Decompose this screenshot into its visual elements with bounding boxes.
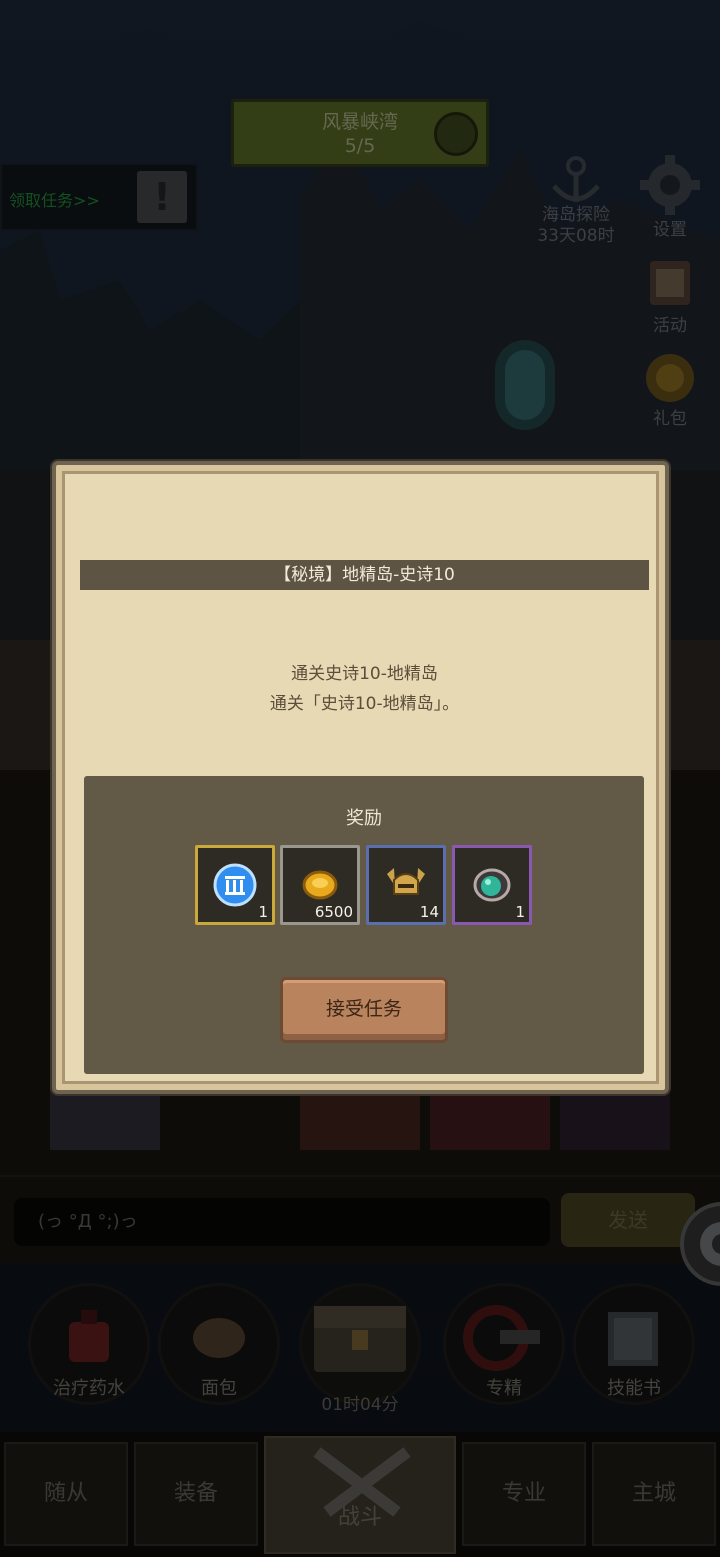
quest-description-line1: 通关史诗10-地精岛	[291, 664, 438, 684]
blue-pillar-token-icon	[213, 863, 257, 907]
reward-qty-4: 1	[515, 903, 525, 921]
reward-panel: 奖励 1 6500 14 1 接受任务	[84, 776, 644, 1074]
accept-quest-button[interactable]: 接受任务	[280, 977, 448, 1043]
quest-description-line2: 通关「史诗10-地精岛」。	[269, 694, 460, 714]
quest-title: 【秘境】地精岛-史诗10	[80, 560, 649, 590]
reward-title: 奖励	[346, 808, 382, 829]
quest-dialog: 【秘境】地精岛-史诗10 通关史诗10-地精岛 通关「史诗10-地精岛」。 奖励…	[52, 461, 669, 1094]
reward-slot-2[interactable]: 6500	[280, 845, 360, 925]
quest-description: 通关史诗10-地精岛 通关「史诗10-地精岛」。	[80, 659, 649, 719]
reward-slot-3[interactable]: 14	[366, 845, 446, 925]
reward-qty-2: 6500	[314, 903, 353, 921]
reward-slot-1[interactable]: 1	[195, 845, 275, 925]
reward-slot-4[interactable]: 1	[452, 845, 532, 925]
reward-qty-1: 1	[258, 903, 268, 921]
reward-qty-3: 14	[419, 903, 439, 921]
green-gem-icon	[473, 868, 511, 902]
